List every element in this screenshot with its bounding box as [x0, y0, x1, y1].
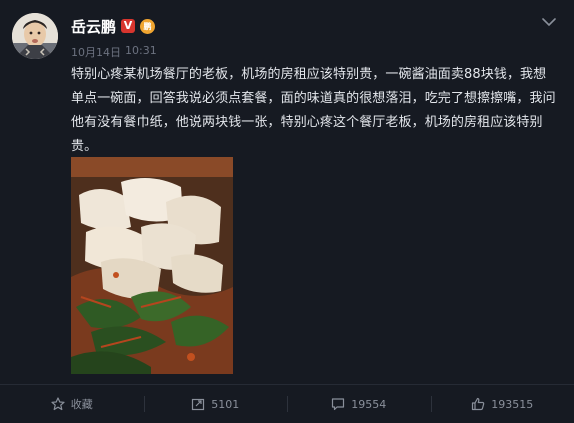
post-time: 10:31 [125, 44, 157, 60]
repost-count: 5101 [211, 398, 239, 411]
level-badge: 鹏 [140, 19, 155, 34]
like-count: 193515 [491, 398, 533, 411]
weibo-post: 岳云鹏 V 鹏 10月14日 10:31 特别心疼某机场餐厅的老板，机场的房租应… [0, 0, 574, 384]
like-button[interactable]: 193515 [431, 385, 574, 423]
repost-icon [191, 397, 205, 411]
post-date: 10月14日 [71, 44, 121, 60]
chevron-down-icon[interactable] [542, 12, 556, 22]
post-image[interactable] [71, 157, 233, 374]
post-timestamp[interactable]: 10月14日 10:31 [71, 44, 157, 60]
comment-icon [331, 397, 345, 411]
avatar[interactable] [12, 13, 58, 59]
comment-count: 19554 [351, 398, 386, 411]
favorite-button[interactable]: 收藏 [0, 385, 144, 423]
action-bar: 收藏 5101 19554 193515 [0, 384, 574, 423]
star-icon [51, 397, 65, 411]
thumbs-up-icon [471, 397, 485, 411]
repost-button[interactable]: 5101 [144, 385, 288, 423]
comment-button[interactable]: 19554 [287, 385, 431, 423]
post-text: 特别心疼某机场餐厅的老板，机场的房租应该特别贵，一碗酱油面卖88块钱，我想单点一… [71, 63, 559, 159]
author-name[interactable]: 岳云鹏 [71, 16, 116, 37]
favorite-label: 收藏 [71, 396, 93, 412]
author-row: 岳云鹏 V 鹏 [71, 15, 155, 37]
verified-badge: V [121, 19, 135, 33]
